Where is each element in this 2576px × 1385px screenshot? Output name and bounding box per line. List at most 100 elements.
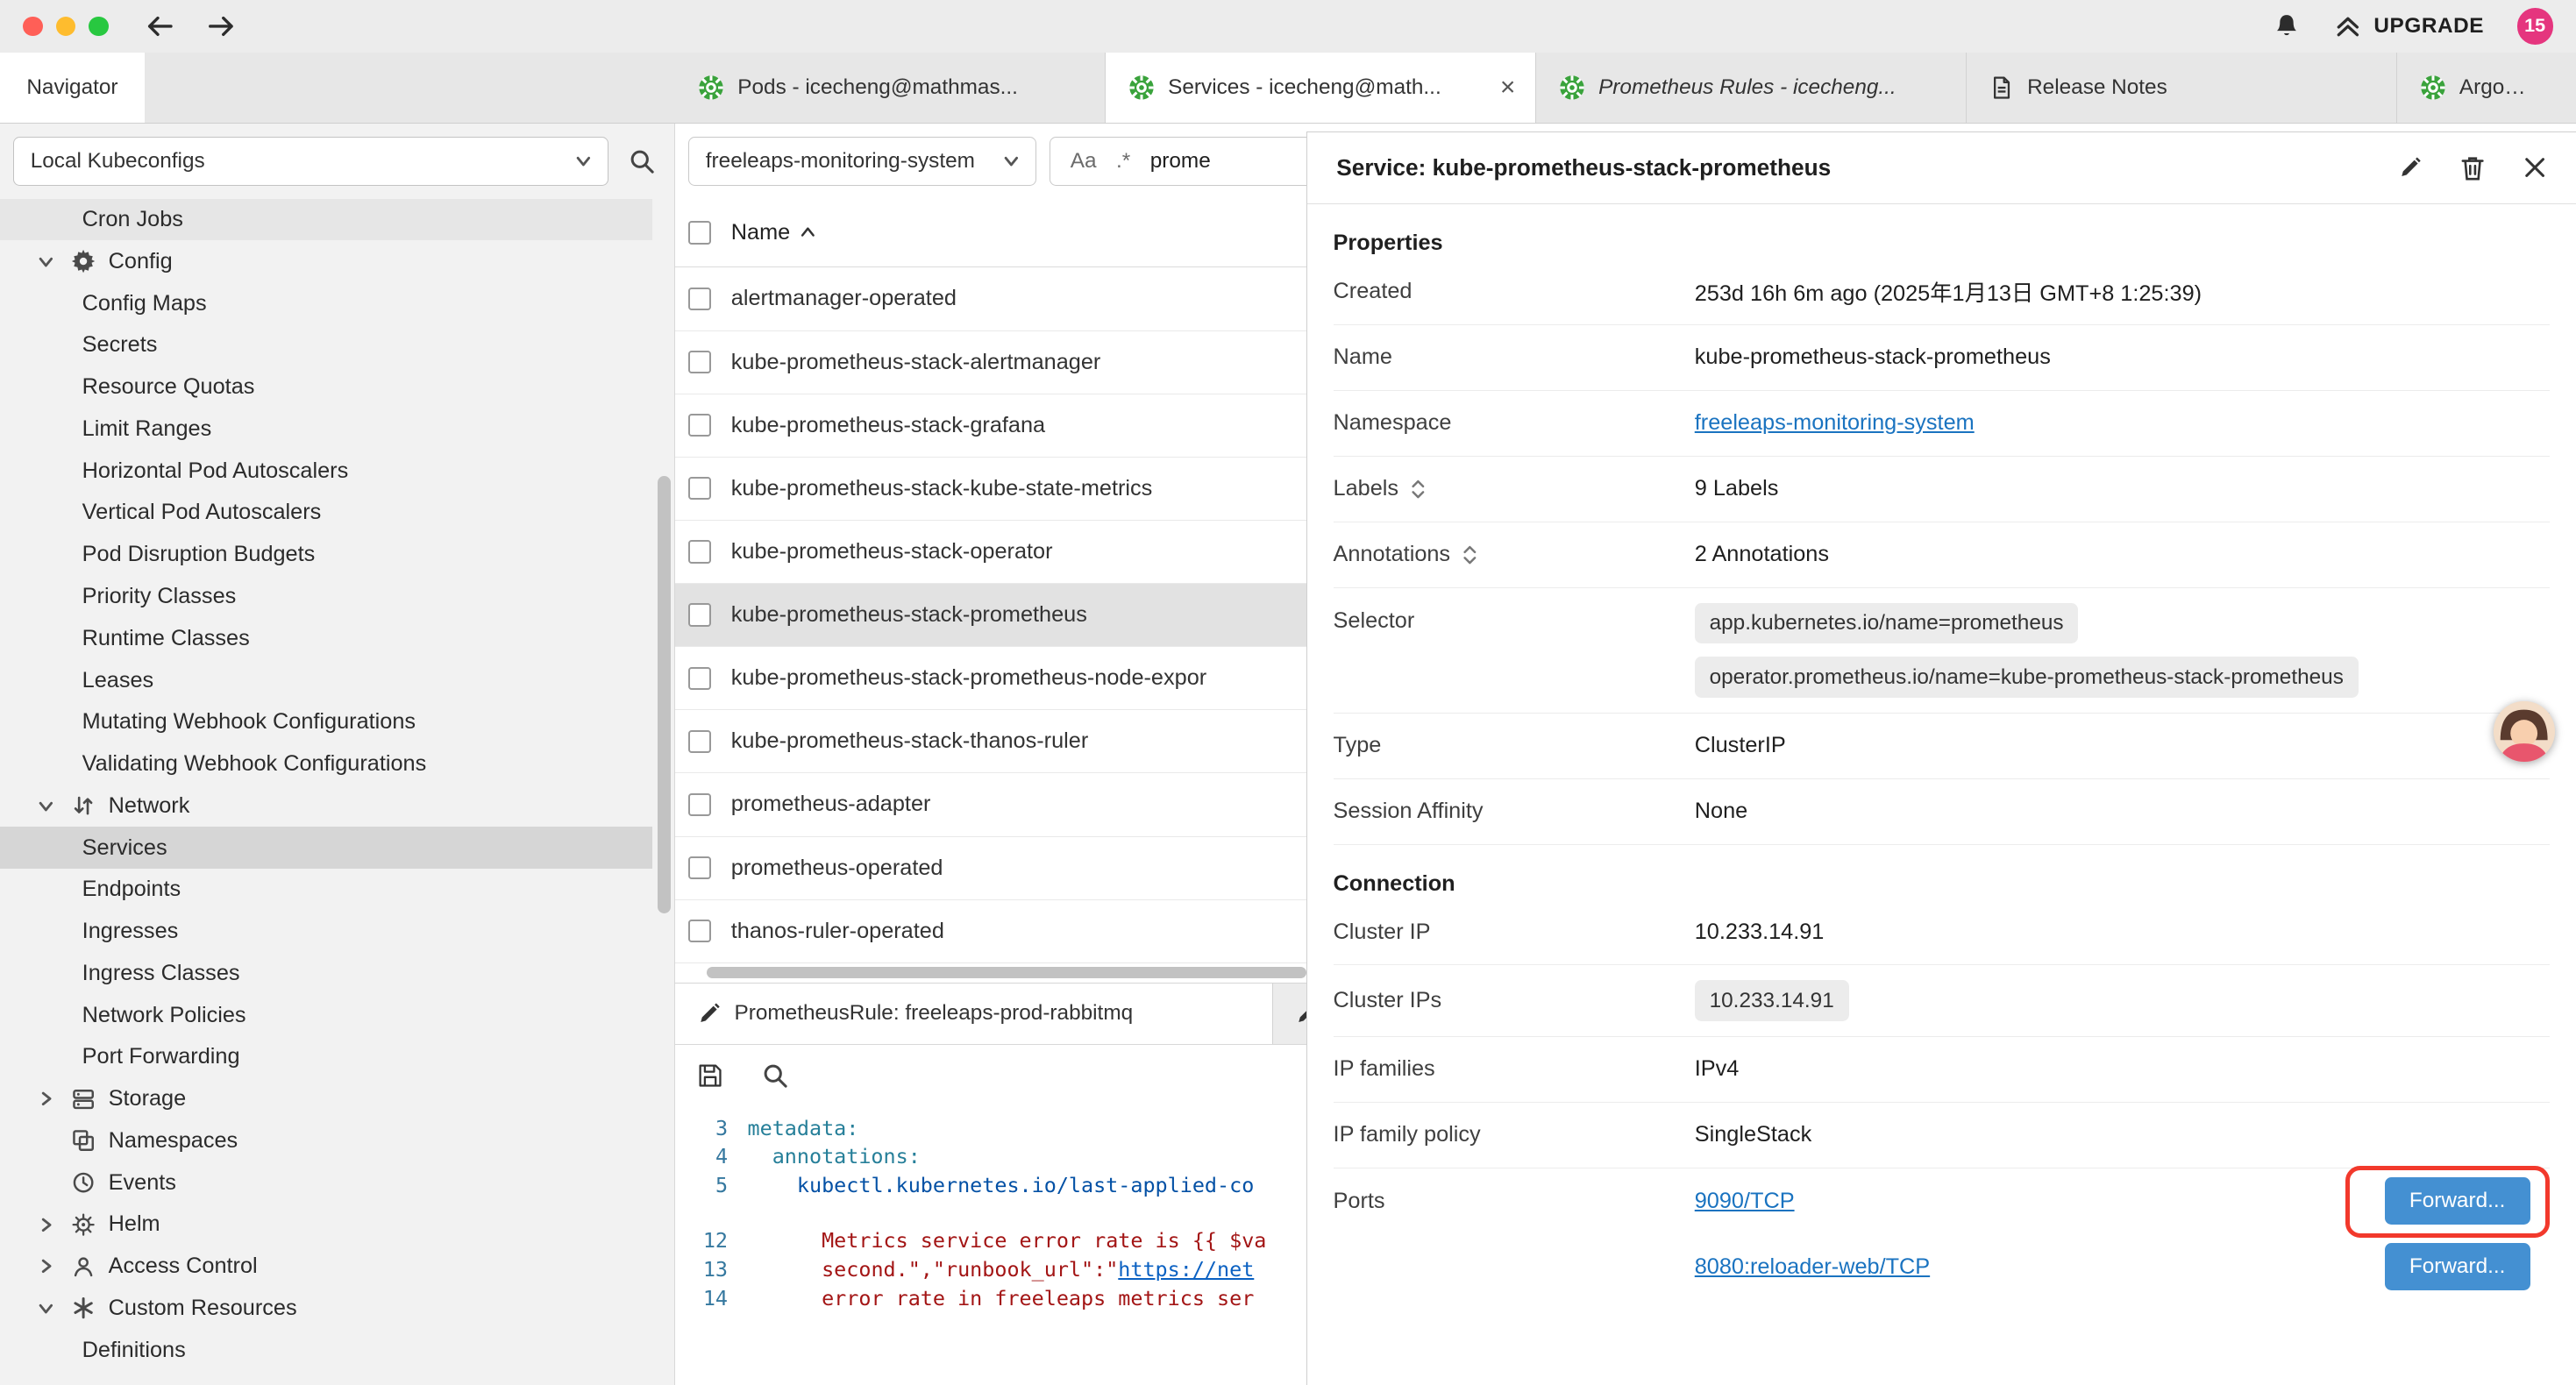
port-link[interactable]: 9090/TCP (1695, 1189, 1795, 1214)
sidebar-item-config-maps[interactable]: Config Maps (0, 282, 652, 324)
forward-button[interactable]: Forward... (2385, 1243, 2530, 1290)
property-label: Cluster IPs (1334, 988, 1695, 1013)
property-label: Type (1334, 733, 1695, 758)
minimize-window-button[interactable] (56, 17, 75, 36)
drawer-body: PropertiesCreated253d 16h 6m ago (2025年1… (1307, 204, 2576, 1384)
sidebar-item-vertical-pod-autoscalers[interactable]: Vertical Pod Autoscalers (0, 492, 652, 534)
property-label: Name (1334, 344, 1695, 370)
close-window-button[interactable] (23, 17, 42, 36)
sidebar-item-runtime-classes[interactable]: Runtime Classes (0, 617, 652, 659)
row-checkbox[interactable] (688, 793, 711, 816)
search-icon[interactable] (629, 148, 655, 174)
sidebar-item-mutating-webhook-configurations[interactable]: Mutating Webhook Configurations (0, 701, 652, 743)
sidebar-item-definitions[interactable]: Definitions (0, 1329, 652, 1371)
sort-asc-icon (800, 224, 816, 241)
section-heading-properties: Properties (1334, 231, 2550, 256)
port-link[interactable]: 8080:reloader-web/TCP (1695, 1254, 1930, 1280)
forward-button[interactable]: Forward... (2385, 1177, 2530, 1225)
navigator-panel-label[interactable]: Navigator (0, 53, 145, 123)
namespace-selector[interactable]: freeleaps-monitoring-system (688, 137, 1036, 186)
sidebar-item-priority-classes[interactable]: Priority Classes (0, 576, 652, 618)
caret-down-icon[interactable] (32, 253, 59, 270)
sort-updown-icon[interactable] (1410, 478, 1427, 501)
sidebar-item-config[interactable]: Config (0, 240, 652, 282)
save-icon[interactable] (698, 1063, 722, 1088)
row-checkbox[interactable] (688, 477, 711, 500)
access-control-icon (69, 1255, 99, 1278)
row-checkbox[interactable] (688, 856, 711, 879)
sidebar-item-storage[interactable]: Storage (0, 1078, 652, 1120)
sidebar-item-secrets[interactable]: Secrets (0, 324, 652, 366)
row-checkbox[interactable] (688, 288, 711, 310)
tab-prometheus-rules-icecheng[interactable]: Prometheus Rules - icecheng... (1536, 53, 1967, 123)
select-all-checkbox[interactable] (688, 221, 711, 244)
tab-pods-icecheng-mathmas[interactable]: Pods - icecheng@mathmas... (675, 53, 1106, 123)
property-row-session-affinity: Session AffinityNone (1334, 779, 2550, 845)
sidebar-item-leases[interactable]: Leases (0, 659, 652, 701)
caret-right-icon[interactable] (32, 1258, 59, 1275)
freelens-icon (1128, 75, 1155, 101)
sidebar-item-events[interactable]: Events (0, 1161, 652, 1204)
sidebar-item-ingresses[interactable]: Ingresses (0, 911, 652, 953)
avatar[interactable] (2494, 701, 2554, 762)
row-checkbox[interactable] (688, 414, 711, 437)
tab-services-icecheng-math[interactable]: Services - icecheng@math...× (1106, 53, 1536, 123)
sidebar-item-horizontal-pod-autoscalers[interactable]: Horizontal Pod Autoscalers (0, 450, 652, 492)
row-checkbox[interactable] (688, 603, 711, 626)
sidebar-item-limit-ranges[interactable]: Limit Ranges (0, 408, 652, 451)
namespace-link[interactable]: freeleaps-monitoring-system (1695, 410, 1975, 436)
property-label: Labels (1334, 476, 1695, 501)
freelens-icon (2420, 75, 2446, 101)
property-value: 10.233.14.91 (1695, 965, 2550, 1035)
name-column-header[interactable]: Name (731, 220, 816, 245)
row-checkbox[interactable] (688, 920, 711, 942)
notification-count-badge[interactable]: 15 (2517, 8, 2553, 44)
sidebar-item-pod-disruption-budgets[interactable]: Pod Disruption Budgets (0, 534, 652, 576)
close-tab-icon[interactable]: × (1497, 73, 1519, 103)
caret-right-icon[interactable] (32, 1090, 59, 1107)
upgrade-button[interactable]: UPGRADE (2333, 14, 2485, 39)
property-value-text: kube-prometheus-stack-prometheus (1695, 344, 2051, 370)
sidebar-scrollbar[interactable] (658, 476, 671, 913)
caret-down-icon[interactable] (32, 798, 59, 814)
sidebar-item-custom-resources[interactable]: Custom Resources (0, 1288, 652, 1330)
titlebar: UPGRADE 15 (0, 0, 2576, 53)
case-sensitive-toggle[interactable]: Aa (1071, 149, 1097, 174)
tab-argo-se[interactable]: Argo Se (2397, 53, 2545, 123)
horizontal-scrollbar-thumb[interactable] (707, 967, 1306, 978)
row-checkbox[interactable] (688, 667, 711, 690)
sidebar-item-cron-jobs[interactable]: Cron Jobs (0, 199, 652, 241)
sidebar-item-services[interactable]: Services (0, 827, 652, 869)
sidebar-item-port-forwarding[interactable]: Port Forwarding (0, 1036, 652, 1078)
sidebar-item-network[interactable]: Network (0, 785, 652, 827)
regex-toggle[interactable]: .* (1116, 149, 1130, 174)
row-checkbox[interactable] (688, 540, 711, 563)
sort-updown-icon[interactable] (1462, 543, 1478, 566)
sidebar-item-endpoints[interactable]: Endpoints (0, 869, 652, 911)
sidebar-item-ingress-classes[interactable]: Ingress Classes (0, 952, 652, 994)
sidebar-item-namespaces[interactable]: Namespaces (0, 1120, 652, 1162)
forward-arrow-icon[interactable] (207, 13, 237, 39)
tab-release-notes[interactable]: Release Notes (1967, 53, 2397, 123)
row-checkbox[interactable] (688, 730, 711, 753)
kubeconfig-selector[interactable]: Local Kubeconfigs (13, 137, 608, 186)
sidebar-item-validating-webhook-configurations[interactable]: Validating Webhook Configurations (0, 743, 652, 785)
code-text: second.","runbook_url":"https://net (748, 1257, 1255, 1282)
sidebar-item-resource-quotas[interactable]: Resource Quotas (0, 366, 652, 408)
maximize-window-button[interactable] (89, 17, 108, 36)
dock-tab-prometheusrule-freeleaps-prod-rabbitmq[interactable]: PrometheusRule: freeleaps-prod-rabbitmq (675, 984, 1273, 1043)
section-heading-connection: Connection (1334, 871, 2550, 897)
delete-icon[interactable] (2461, 155, 2484, 181)
close-icon[interactable] (2523, 156, 2546, 179)
row-checkbox[interactable] (688, 351, 711, 373)
sidebar-item-network-policies[interactable]: Network Policies (0, 994, 652, 1036)
property-value-text: 10.233.14.91 (1695, 920, 1825, 945)
caret-down-icon[interactable] (32, 1300, 59, 1317)
editor-search-icon[interactable] (762, 1062, 788, 1089)
bell-icon[interactable] (2274, 12, 2300, 40)
sidebar-item-access-control[interactable]: Access Control (0, 1246, 652, 1288)
edit-icon[interactable] (2399, 156, 2422, 179)
back-arrow-icon[interactable] (145, 13, 174, 39)
caret-right-icon[interactable] (32, 1217, 59, 1233)
sidebar-item-helm[interactable]: Helm (0, 1204, 652, 1246)
